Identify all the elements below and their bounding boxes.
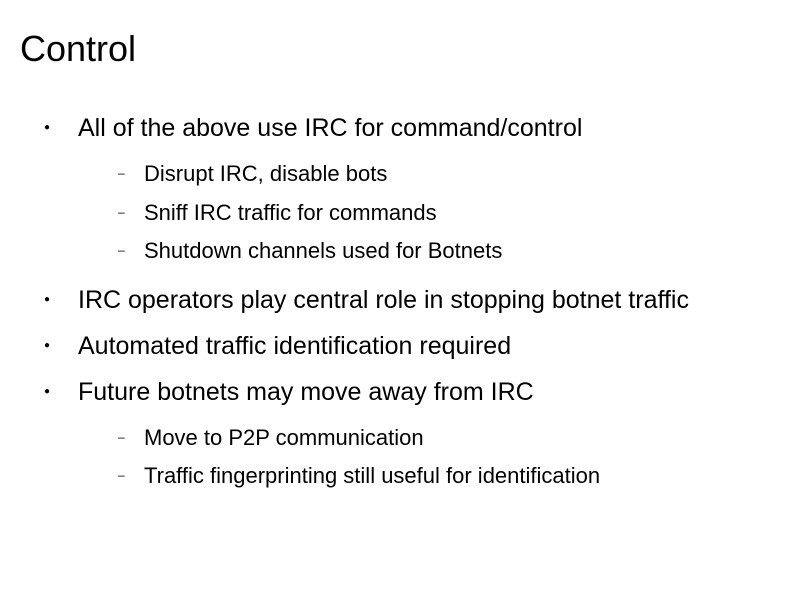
list-item: All of the above use IRC for command/con… [44,112,774,266]
list-item-text: Automated traffic identification require… [78,332,511,360]
sub-list-item-text: Disrupt IRC, disable bots [144,161,387,186]
sub-list-item: Sniff IRC traffic for commands [118,199,774,228]
slide: Control All of the above use IRC for com… [0,0,794,595]
list-item: IRC operators play central role in stopp… [44,284,774,316]
list-item-text: Future botnets may move away from IRC [78,378,534,406]
sub-list-item-text: Sniff IRC traffic for commands [144,200,437,225]
sub-list-item-text: Move to P2P communication [144,425,424,450]
list-item: Automated traffic identification require… [44,330,774,362]
sub-list-item-text: Shutdown channels used for Botnets [144,238,502,263]
sub-list-item: Move to P2P communication [118,424,774,453]
sub-list: Disrupt IRC, disable bots Sniff IRC traf… [118,160,774,266]
list-item-text: All of the above use IRC for command/con… [78,114,582,142]
list-item: Future botnets may move away from IRC Mo… [44,376,774,491]
sub-list-item-text: Traffic fingerprinting still useful for … [144,463,600,488]
sub-list-item: Traffic fingerprinting still useful for … [118,462,774,491]
bullet-list: All of the above use IRC for command/con… [44,112,774,491]
list-item-text: IRC operators play central role in stopp… [78,286,689,314]
sub-list-item: Shutdown channels used for Botnets [118,237,774,266]
sub-list: Move to P2P communication Traffic finger… [118,424,774,491]
slide-title: Control [20,28,774,70]
sub-list-item: Disrupt IRC, disable bots [118,160,774,189]
